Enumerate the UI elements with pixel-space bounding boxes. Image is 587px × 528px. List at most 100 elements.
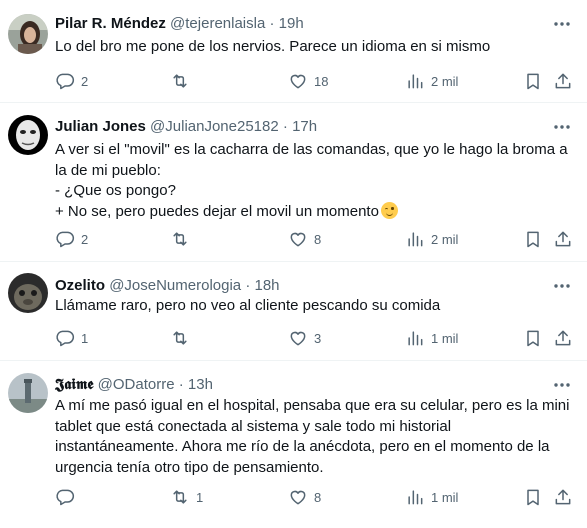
tweet-header: Ozelito @JoseNumerologia · 18h [55,275,543,296]
retweet-icon [173,490,187,504]
winking-face-icon [380,201,398,219]
views-button[interactable]: 2 mil [405,227,458,251]
retweet-button[interactable]: 1 [170,485,203,509]
share-button[interactable] [553,227,573,251]
author-handle[interactable]: @ODatorre [98,376,175,393]
like-count: 18 [314,73,329,89]
heart-icon [290,331,306,346]
timestamp[interactable]: 17h [292,118,317,135]
retweet-icon [173,74,187,88]
views-count: 2 mil [431,231,459,247]
tweet-text: Lo del bro me pone de los nervios. Parec… [55,38,491,55]
timestamp[interactable]: 19h [279,15,304,32]
like-button[interactable]: 3 [288,326,321,350]
avatar[interactable] [8,115,48,155]
tweet-text: A ver si el "movil" es la cacharra de la… [55,140,583,222]
retweet-button[interactable] [170,227,196,251]
more-options-icon[interactable] [551,116,573,138]
timestamp[interactable]: 13h [188,376,213,393]
tweet-actions: 1 8 1 mil [48,485,587,509]
retweet-button[interactable] [170,326,196,350]
reply-icon [56,231,75,248]
author-name[interactable]: 𝕵𝖆𝖎𝖒𝖊 [55,376,93,393]
analytics-icon [408,232,423,247]
creature-avatar-icon [8,273,48,313]
reply-icon [56,330,75,347]
tweet-header: Julian Jones @JulianJone25182 · 17h [55,116,543,137]
reply-count: 2 [81,73,89,89]
views-count: 1 mil [431,489,459,505]
like-button[interactable]: 8 [288,485,321,509]
like-button[interactable]: 8 [288,227,321,251]
author-handle[interactable]: @JoseNumerologia [109,277,241,294]
retweet-count: 1 [196,489,204,505]
share-button[interactable] [553,326,573,350]
more-options-icon[interactable] [551,275,573,297]
more-options-icon[interactable] [551,13,573,35]
tweet-text-body: A ver si el "movil" es la cacharra de la… [55,141,568,220]
separator: · [245,277,251,294]
reply-button[interactable]: 2 [55,69,88,93]
separator: · [178,376,184,393]
views-button[interactable]: 2 mil [405,69,458,93]
views-button[interactable]: 1 mil [405,485,458,509]
reply-button[interactable]: 1 [55,326,88,350]
reply-icon [56,73,75,90]
avatar[interactable] [8,14,48,54]
bookmark-icon [527,330,539,347]
separator: · [269,15,275,32]
avatar[interactable] [8,373,48,413]
author-handle[interactable]: @JulianJone25182 [150,118,279,135]
views-button[interactable]: 1 mil [405,326,458,350]
author-name[interactable]: Ozelito [55,277,105,294]
heart-icon [290,490,306,505]
tweet[interactable]: Ozelito @JoseNumerologia · 18h Llámame r… [0,262,587,361]
retweet-icon [173,232,187,246]
analytics-icon [408,490,423,505]
tweet-text: A mí me pasó igual en el hospital, pensa… [55,397,570,476]
heart-icon [290,232,306,247]
tweet[interactable]: 𝕵𝖆𝖎𝖒𝖊 @ODatorre · 13h A mí me pasó igual… [0,361,587,528]
reply-button[interactable] [55,485,81,509]
bookmark-button[interactable] [523,227,543,251]
like-count: 8 [314,231,322,247]
share-button[interactable] [553,485,573,509]
author-handle[interactable]: @tejerenlaisla [170,15,265,32]
retweet-button[interactable] [170,69,196,93]
reply-button[interactable]: 2 [55,227,88,251]
author-name[interactable]: Julian Jones [55,118,146,135]
reply-icon [56,489,75,506]
like-button[interactable]: 18 [288,69,328,93]
bookmark-icon [527,231,539,248]
retweet-icon [173,331,187,345]
analytics-icon [408,331,423,346]
share-button[interactable] [553,69,573,93]
woman-portrait-avatar-icon [8,14,48,54]
tweet-actions: 2 18 2 mil [48,69,587,93]
avatar[interactable] [8,273,48,313]
bookmark-icon [527,489,539,506]
heart-icon [290,74,306,89]
share-icon [555,231,571,247]
bookmark-icon [527,73,539,90]
tower-avatar-icon [8,373,48,413]
timestamp[interactable]: 18h [254,277,279,294]
tweet[interactable]: Julian Jones @JulianJone25182 · 17h A ve… [0,103,587,262]
tweet[interactable]: Pilar R. Méndez @tejerenlaisla · 19h Lo … [0,0,587,103]
tweet-header: Pilar R. Méndez @tejerenlaisla · 19h [55,13,543,34]
tweet-actions: 2 8 2 mil [48,227,587,251]
separator: · [282,118,288,135]
mask-avatar-icon [8,115,48,155]
reply-count: 1 [81,330,89,346]
tweet-actions: 1 3 1 mil [48,326,587,350]
views-count: 1 mil [431,330,459,346]
author-name[interactable]: Pilar R. Méndez [55,15,166,32]
like-count: 8 [314,489,322,505]
like-count: 3 [314,330,322,346]
tweet-text: Llámame raro, pero no veo al cliente pes… [55,297,441,314]
bookmark-button[interactable] [523,69,543,93]
tweet-header: 𝕵𝖆𝖎𝖒𝖊 @ODatorre · 13h [55,374,543,395]
bookmark-button[interactable] [523,485,543,509]
bookmark-button[interactable] [523,326,543,350]
more-options-icon[interactable] [551,374,573,396]
